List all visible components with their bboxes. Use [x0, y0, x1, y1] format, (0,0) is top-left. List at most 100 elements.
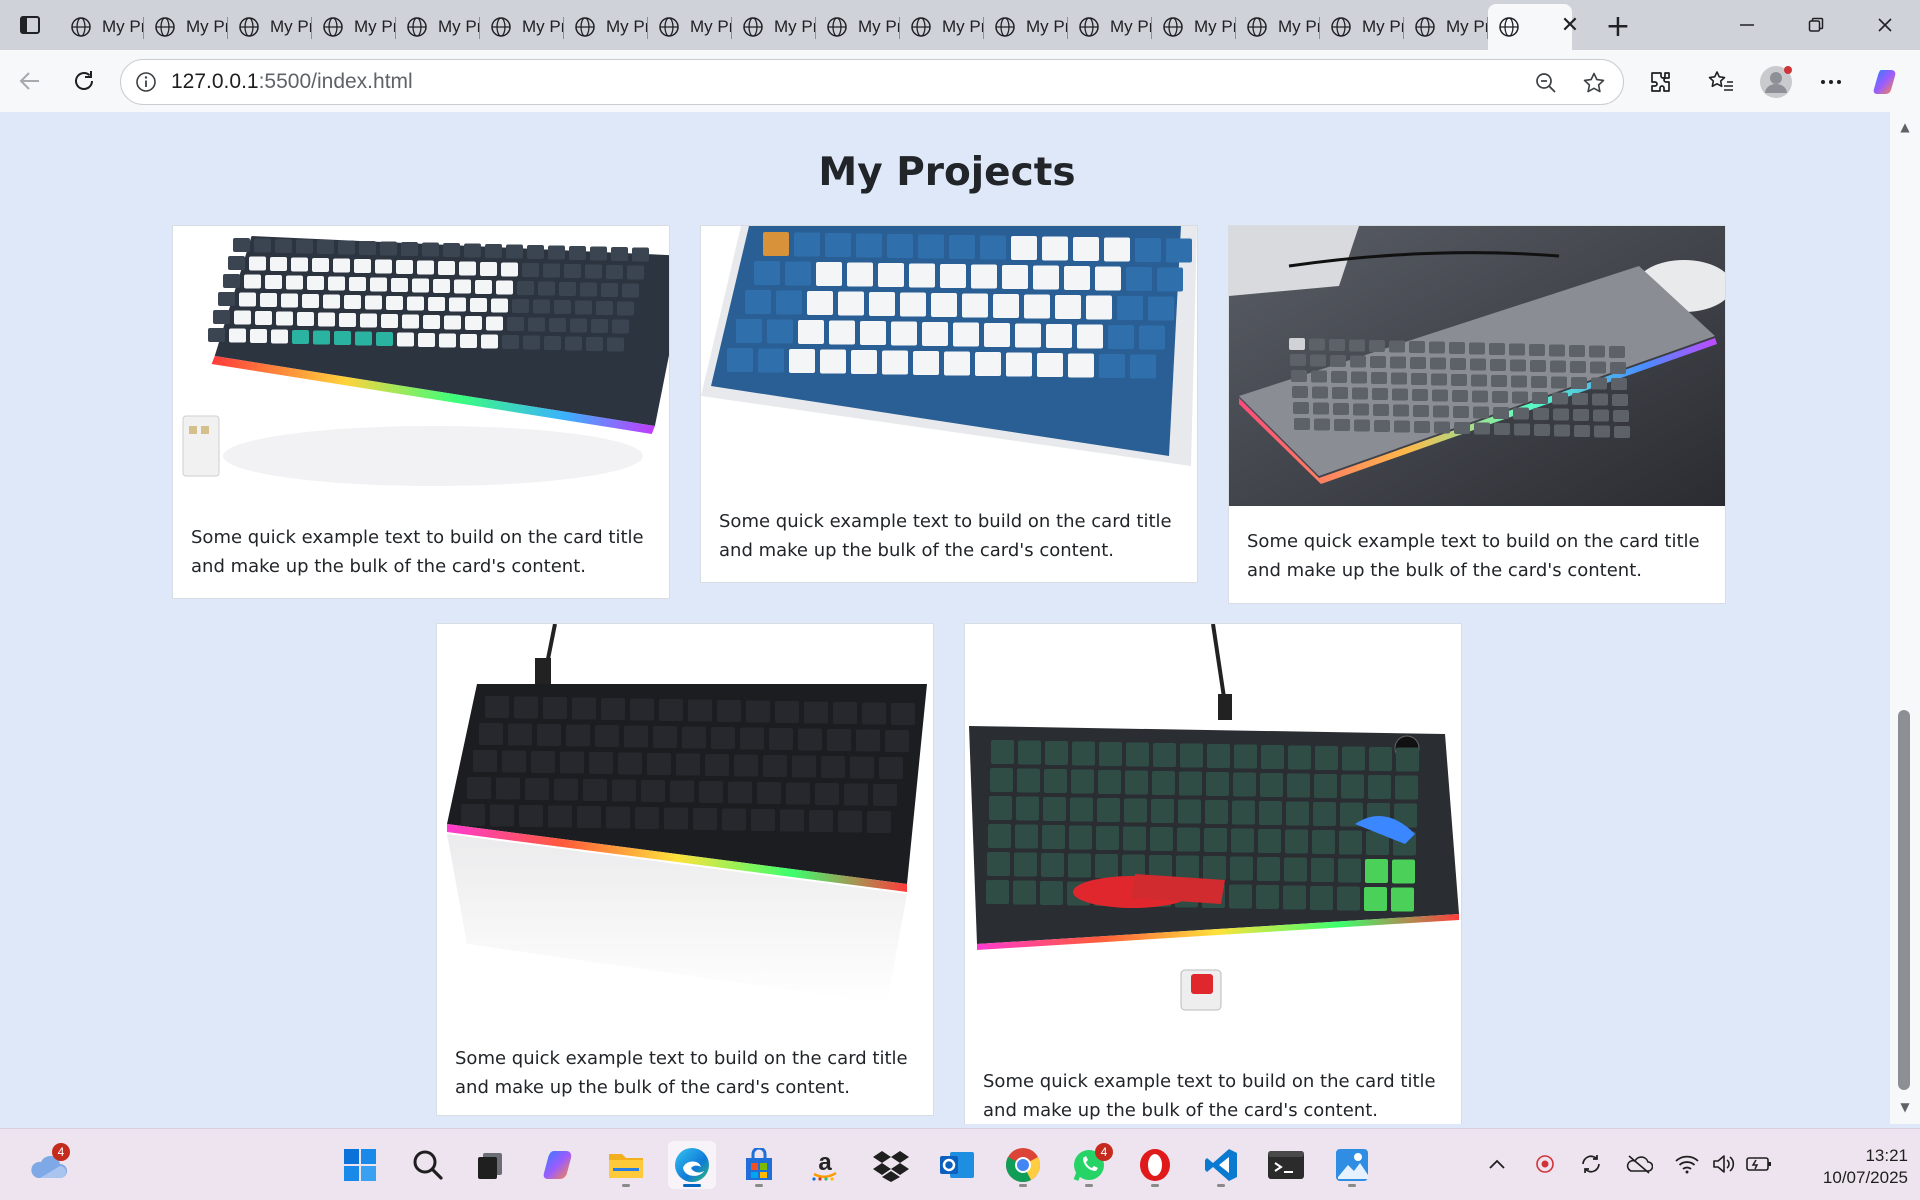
edge-app[interactable] [668, 1141, 716, 1189]
keycap [412, 278, 429, 293]
chrome-app[interactable] [999, 1141, 1047, 1189]
tab[interactable]: My Project [1152, 7, 1236, 47]
keycap [1332, 387, 1348, 399]
outlook-app[interactable] [933, 1141, 981, 1189]
keycap [891, 321, 917, 346]
tab[interactable]: My Project [60, 7, 144, 47]
keycap [647, 753, 671, 775]
page-scrollbar[interactable]: ▲ ▼ [1890, 112, 1920, 1124]
keycap [338, 240, 355, 255]
tab[interactable]: My Project [816, 7, 900, 47]
restore-button[interactable] [1781, 0, 1851, 50]
keycap [664, 807, 688, 830]
keycap [318, 312, 335, 327]
volume-icon[interactable] [1708, 1149, 1738, 1179]
scrollbar-thumb[interactable] [1898, 710, 1910, 1090]
tab[interactable]: My Project [312, 7, 396, 47]
keycap [307, 276, 324, 290]
back-button[interactable] [12, 63, 48, 99]
keycap [913, 351, 939, 375]
dropbox-app[interactable] [867, 1141, 915, 1189]
whatsapp-app[interactable]: 4 [1065, 1141, 1113, 1189]
task-view-button[interactable] [466, 1141, 514, 1189]
keycap [727, 348, 753, 372]
tab[interactable]: My Project [1068, 7, 1152, 47]
opera-app[interactable] [1131, 1141, 1179, 1189]
keycap [1287, 773, 1310, 798]
keycap [454, 279, 471, 294]
scroll-up-arrow-icon[interactable]: ▲ [1898, 120, 1912, 134]
tab[interactable]: My Project [900, 7, 984, 47]
minimize-button[interactable] [1712, 0, 1782, 50]
keycap [1130, 354, 1156, 379]
keycap [962, 293, 988, 318]
card-text: Some quick example text to build on the … [983, 1071, 1436, 1121]
tab[interactable]: My Project [1236, 7, 1320, 47]
keycap [1609, 346, 1625, 358]
weather-widget[interactable]: 4 [24, 1141, 72, 1189]
tab-actions-button[interactable] [0, 0, 60, 50]
file-explorer-app[interactable] [602, 1141, 650, 1189]
keycap [1510, 359, 1526, 372]
search-button[interactable] [404, 1141, 452, 1189]
keycap [1370, 356, 1386, 368]
favorites-icon[interactable] [1702, 63, 1740, 101]
tab[interactable]: My Project [732, 7, 816, 47]
keycap [1450, 358, 1466, 370]
microsoft-store-app[interactable] [735, 1141, 783, 1189]
favorite-star-icon[interactable] [1579, 68, 1609, 98]
amazon-app[interactable]: a [801, 1141, 849, 1189]
tab-actions-icon [20, 16, 40, 34]
keycap [1431, 373, 1447, 386]
tab[interactable]: My Project [228, 7, 312, 47]
tab[interactable]: My Project [480, 7, 564, 47]
onedrive-icon[interactable] [1624, 1149, 1654, 1179]
keycap [641, 780, 665, 802]
battery-icon[interactable] [1744, 1149, 1774, 1179]
reload-button[interactable] [66, 63, 102, 99]
tab[interactable]: My Project [1404, 7, 1488, 47]
close-tab-icon[interactable]: ✕ [1555, 10, 1585, 40]
vscode-app[interactable] [1197, 1141, 1245, 1189]
keycap [577, 806, 601, 828]
wifi-icon[interactable] [1672, 1149, 1702, 1179]
address-bar[interactable]: 127.0.0.1:5500/index.html [120, 59, 1624, 105]
tab[interactable]: My Project [984, 7, 1068, 47]
system-clock[interactable]: 13:21 10/07/2025 [1788, 1145, 1908, 1189]
tab[interactable]: My Project [396, 7, 480, 47]
keycap [882, 350, 908, 375]
copilot-app[interactable] [536, 1141, 584, 1189]
new-tab-button[interactable]: + [1600, 8, 1636, 44]
photos-app[interactable] [1328, 1141, 1376, 1189]
globe-icon [155, 17, 175, 37]
recording-indicator-icon[interactable] [1530, 1149, 1560, 1179]
sync-icon[interactable] [1576, 1149, 1606, 1179]
keycap [1532, 392, 1548, 404]
keycap [1289, 338, 1305, 350]
keycap [490, 804, 514, 827]
keycap [1451, 374, 1467, 386]
extensions-icon[interactable] [1642, 63, 1680, 101]
keycap [580, 282, 597, 297]
site-info-icon[interactable] [133, 69, 159, 95]
keycap [1260, 773, 1283, 797]
tab[interactable]: My Project [564, 7, 648, 47]
terminal-app[interactable] [1262, 1141, 1310, 1189]
keycap [1207, 744, 1230, 768]
tab[interactable]: My Project [144, 7, 228, 47]
more-options-icon[interactable] [1812, 63, 1850, 101]
show-hidden-icons-chevron-icon[interactable] [1482, 1149, 1512, 1179]
keycap [548, 245, 565, 260]
start-button[interactable] [336, 1141, 384, 1189]
copilot-icon[interactable] [1868, 63, 1906, 101]
keycap [370, 277, 387, 292]
keycap [624, 725, 648, 748]
tab[interactable]: My Project [1320, 7, 1404, 47]
keycap [428, 297, 445, 311]
zoom-icon[interactable] [1531, 68, 1561, 98]
keycap [1550, 360, 1566, 373]
close-window-button[interactable] [1850, 0, 1920, 50]
profile-avatar[interactable] [1757, 63, 1795, 101]
scroll-down-arrow-icon[interactable]: ▼ [1898, 1100, 1912, 1114]
tab[interactable]: My Project [648, 7, 732, 47]
